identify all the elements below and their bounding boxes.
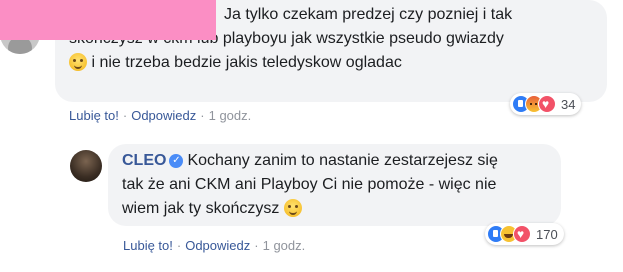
reply-author-avatar[interactable]: [70, 150, 102, 182]
reactions-summary[interactable]: 34: [510, 93, 582, 115]
comment-actions: Lubię to! · Odpowiedz · 1 godz.: [69, 108, 252, 123]
verified-badge-icon: ✓: [169, 153, 184, 168]
reply-link[interactable]: Odpowiedz: [131, 108, 196, 123]
reply-bubble: CLEO ✓ Kochany zanim to nastanie zestarzej…: [108, 144, 561, 226]
reply-link[interactable]: Odpowiedz: [185, 238, 250, 253]
love-reaction-icon: [538, 95, 556, 113]
redaction-block: [0, 0, 216, 40]
comment-text-line: i nie trzeba bedzie jakis teledyskow ogl…: [69, 52, 402, 74]
smile-emoji-icon: [69, 53, 87, 71]
like-link[interactable]: Lubię to!: [123, 238, 173, 253]
reaction-count: 170: [536, 226, 558, 242]
reply-text-line: tak że ani CKM ani Playboy Ci nie pomoże…: [122, 176, 497, 193]
reply-text-line: wiem jak ty skończysz: [122, 198, 302, 220]
like-link[interactable]: Lubię to!: [69, 108, 119, 123]
love-reaction-icon: [513, 225, 531, 243]
reaction-count: 34: [561, 96, 576, 112]
timestamp[interactable]: 1 godz.: [263, 238, 306, 253]
comment-text-line: Ja tylko czekam predzej czy pozniej i ta…: [224, 6, 513, 23]
smile-emoji-icon: [283, 199, 302, 217]
author-name[interactable]: CLEO: [122, 152, 166, 169]
reply-text-line: CLEO ✓ Kochany zanim to nastanie zestarzej…: [122, 152, 498, 169]
reply-actions: Lubię to! · Odpowiedz · 1 godz.: [123, 238, 306, 253]
timestamp[interactable]: 1 godz.: [209, 108, 252, 123]
reactions-summary[interactable]: 170: [485, 223, 564, 245]
